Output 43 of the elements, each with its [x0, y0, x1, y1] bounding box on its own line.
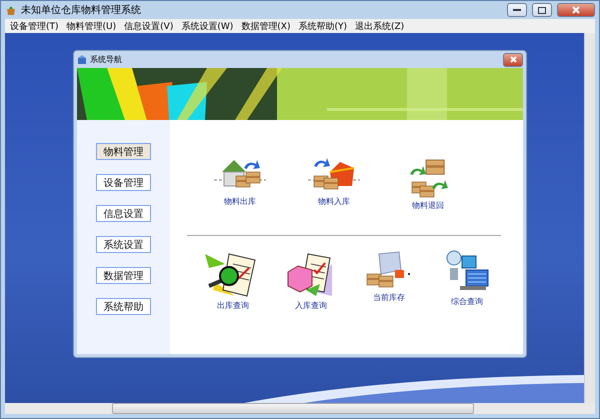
nav-button[interactable]: 设备管理: [96, 174, 151, 191]
action-label: 入库查询: [295, 300, 327, 311]
action-item[interactable]: 综合查询: [439, 250, 495, 311]
maximize-icon: [538, 6, 546, 14]
action-item[interactable]: 当前库存: [361, 250, 417, 311]
dialog-title: 系统导航: [90, 54, 122, 65]
action-label: 物料出库: [224, 196, 256, 207]
minimize-button[interactable]: [507, 3, 527, 17]
action-item[interactable]: 物料入库: [307, 158, 361, 211]
menu-item[interactable]: 系统帮助(Y): [295, 20, 352, 32]
nav-button[interactable]: 系统帮助: [96, 298, 151, 315]
minimize-icon: [513, 8, 521, 12]
close-icon: [510, 56, 516, 63]
menu-item[interactable]: 数据管理(X): [238, 20, 296, 32]
nav-button[interactable]: 信息设置: [96, 205, 151, 222]
menu-item[interactable]: 退出系统(Z): [352, 20, 410, 32]
dialog-icon: [77, 54, 87, 64]
close-button[interactable]: [557, 3, 595, 17]
action-item[interactable]: 物料退回: [401, 158, 455, 211]
close-icon: [572, 6, 580, 14]
vertical-scrollbar[interactable]: [584, 33, 595, 403]
nav-button[interactable]: 系统设置: [96, 236, 151, 253]
menu-item[interactable]: 系统设置(W): [178, 20, 238, 32]
close-button[interactable]: [503, 52, 523, 66]
action-label: 出库查询: [217, 300, 249, 311]
action-item[interactable]: 物料出库: [213, 158, 267, 211]
action-label: 物料退回: [412, 200, 444, 211]
window-title: 未知单位仓库物料管理系统: [21, 4, 141, 17]
action-label: 物料入库: [318, 196, 350, 207]
action-item[interactable]: 出库查询: [205, 250, 261, 311]
menu-item[interactable]: 物料管理(U): [64, 20, 122, 32]
menu-item[interactable]: 设备管理(T): [7, 20, 64, 32]
maximize-button[interactable]: [532, 3, 552, 17]
action-label: 当前库存: [373, 292, 405, 303]
action-label: 综合查询: [451, 296, 483, 307]
boxes-device-icon: [365, 250, 413, 290]
nav-button[interactable]: 物料管理: [96, 143, 151, 160]
nav-button[interactable]: 数据管理: [96, 267, 151, 284]
menu-item[interactable]: 信息设置(V): [121, 20, 178, 32]
app-icon: [5, 4, 17, 16]
boxes-arrows-icon: [408, 158, 448, 198]
action-item[interactable]: 入库查询: [283, 250, 339, 311]
horizontal-scrollbar[interactable]: [5, 403, 595, 414]
